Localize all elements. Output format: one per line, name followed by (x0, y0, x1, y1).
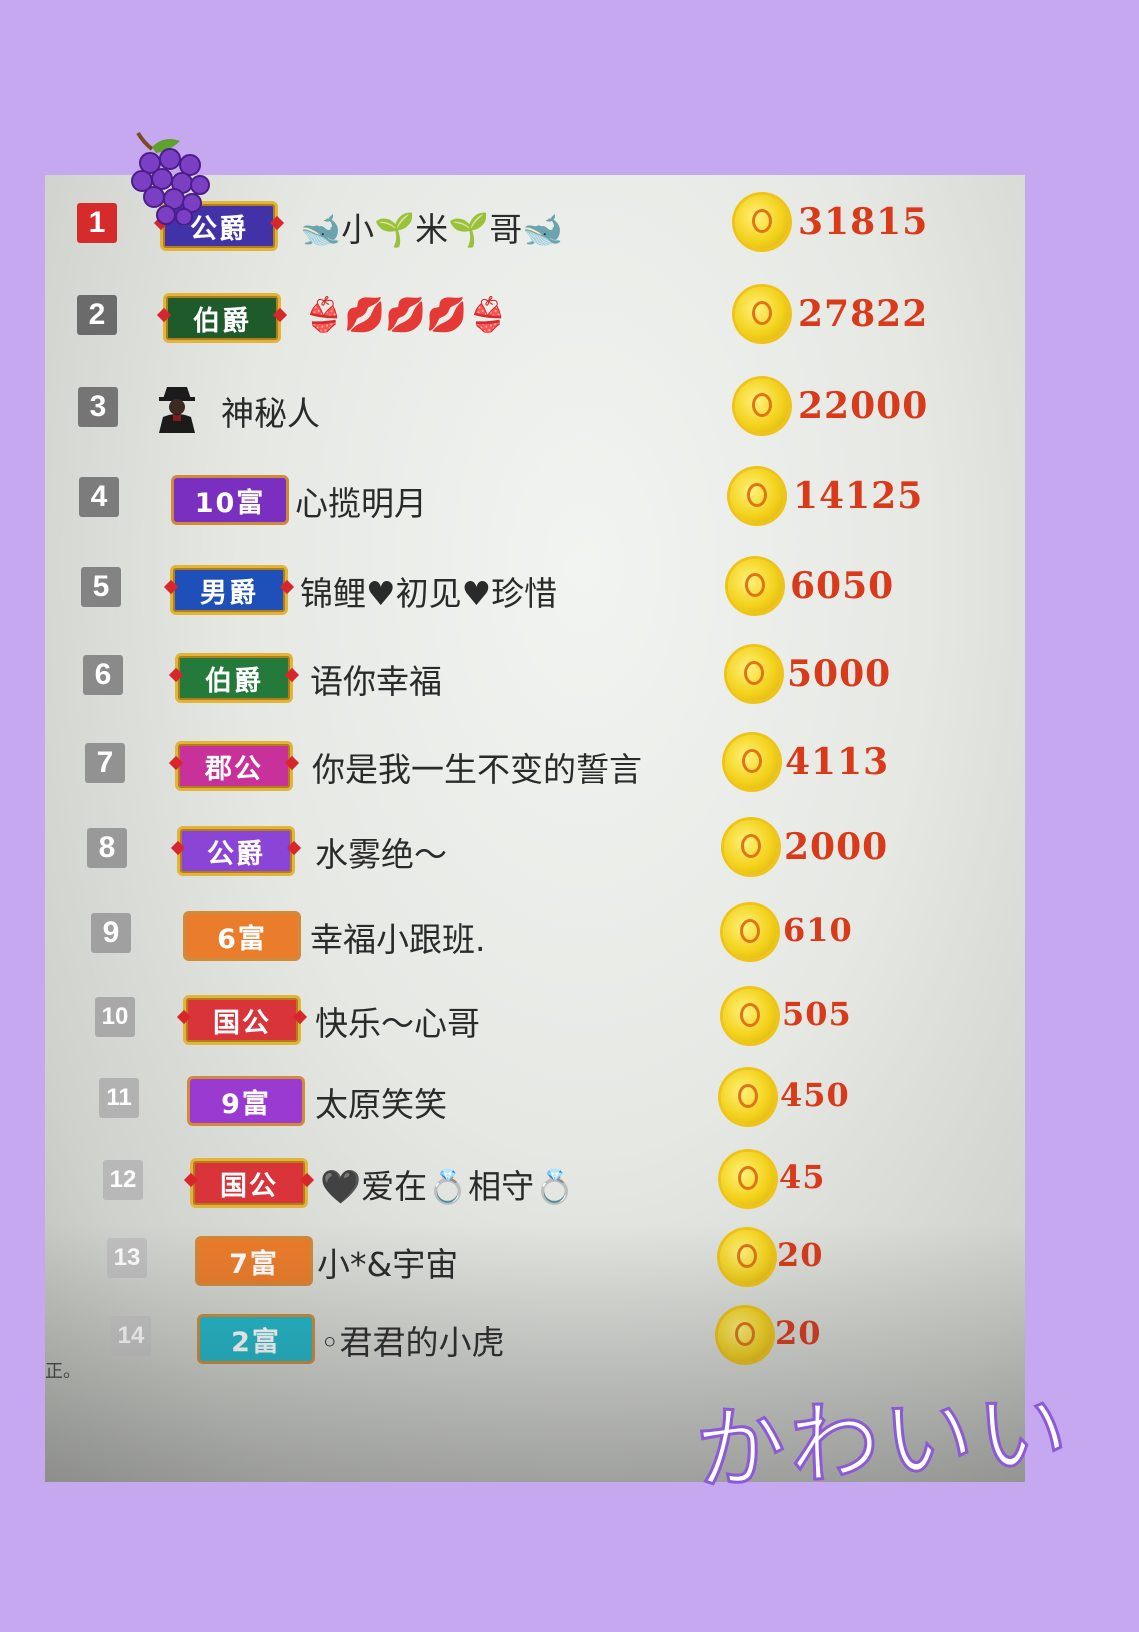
rank-title-badge: 郡公 (175, 741, 293, 791)
rank-title-badge: 6富 (183, 911, 301, 961)
rank-title-badge: 10富 (171, 475, 289, 525)
leaderboard-row[interactable]: 14 2富 ◦君君的小虎 20 (45, 1306, 1025, 1366)
rank-title-badge: 7富 (195, 1236, 313, 1286)
kawaii-sticker-text: かわいい (691, 1378, 1075, 1506)
coin-icon (718, 1308, 772, 1362)
coin-icon (730, 469, 784, 523)
rank-title-badge: 国公 (183, 995, 301, 1045)
coin-icon (720, 1230, 774, 1284)
rank-number: 2 (77, 295, 117, 335)
rank-number: 10 (95, 997, 135, 1037)
user-name[interactable]: 幸福小跟班. (310, 913, 486, 961)
leaderboard-row[interactable]: 9 6富 幸福小跟班. 610 (45, 903, 1025, 963)
coin-amount: 505 (782, 995, 852, 1033)
coin-amount: 6050 (790, 565, 895, 607)
rank-number: 11 (99, 1078, 139, 1118)
user-name[interactable]: 🖤爱在💍相守💍 (320, 1160, 575, 1208)
user-name[interactable]: 小*&宇宙 (317, 1238, 458, 1286)
user-name[interactable]: 快乐～心哥 (315, 997, 480, 1045)
rank-number: 1 (77, 203, 117, 243)
coin-amount: 2000 (784, 826, 889, 868)
user-name[interactable]: 👙💋💋💋👙 (303, 295, 508, 335)
coin-icon (724, 820, 778, 874)
cut-off-text: 正。 (45, 1361, 81, 1382)
coin-icon (725, 735, 779, 789)
user-name[interactable]: 你是我一生不变的誓言 (312, 743, 642, 791)
user-name[interactable]: 太原笑笑 (315, 1078, 447, 1126)
coin-icon (721, 1070, 775, 1124)
grapes-sticker-icon (131, 131, 210, 225)
leaderboard-screenshot: 1 公爵 🐋小🌱米🌱哥🐋 31815 2 伯爵 👙💋💋💋👙 27822 3 神秘人 22000 4 10… (45, 175, 1025, 1482)
coin-icon (728, 559, 782, 613)
leaderboard-row[interactable]: 5 男爵 锦鲤♥初见♥珍惜 6050 (45, 557, 1025, 617)
coin-icon (735, 287, 789, 341)
rank-number: 12 (103, 1160, 143, 1200)
coin-amount: 4113 (785, 741, 890, 783)
leaderboard-row[interactable]: 12 国公 🖤爱在💍相守💍 45 (45, 1150, 1025, 1210)
rank-number: 7 (85, 743, 125, 783)
coin-amount: 20 (775, 1314, 822, 1352)
user-name[interactable]: 神秘人 (221, 387, 320, 435)
leaderboard-row[interactable]: 6 伯爵 语你幸福 5000 (45, 645, 1025, 705)
user-name[interactable]: 心揽明月 (295, 477, 427, 525)
rank-number: 9 (91, 913, 131, 953)
leaderboard-row[interactable]: 2 伯爵 👙💋💋💋👙 27822 (45, 285, 1025, 345)
coin-amount: 610 (783, 911, 853, 949)
coin-amount: 31815 (798, 201, 929, 243)
user-name[interactable]: 水雾绝～ (315, 828, 447, 876)
rank-number: 14 (111, 1316, 151, 1356)
coin-amount: 22000 (798, 385, 929, 427)
coin-amount: 450 (780, 1076, 850, 1114)
coin-icon (723, 905, 777, 959)
leaderboard-list: 1 公爵 🐋小🌱米🌱哥🐋 31815 2 伯爵 👙💋💋💋👙 27822 3 神秘人 22000 4 10… (45, 175, 1025, 1482)
rank-number: 3 (78, 387, 118, 427)
mystery-person-icon (159, 387, 195, 433)
user-name[interactable]: 锦鲤♥初见♥珍惜 (300, 567, 557, 615)
user-name[interactable]: ◦君君的小虎 (320, 1316, 504, 1364)
rank-number: 8 (87, 828, 127, 868)
rank-number: 4 (79, 477, 119, 517)
rank-number: 13 (107, 1238, 147, 1278)
leaderboard-row[interactable]: 11 9富 太原笑笑 450 (45, 1068, 1025, 1128)
rank-title-badge: 9富 (187, 1076, 305, 1126)
rank-title-badge: 2富 (197, 1314, 315, 1364)
coin-amount: 14125 (793, 475, 924, 517)
coin-icon (735, 195, 789, 249)
leaderboard-row[interactable]: 7 郡公 你是我一生不变的誓言 4113 (45, 733, 1025, 793)
coin-amount: 20 (777, 1236, 824, 1274)
rank-number: 6 (83, 655, 123, 695)
coin-icon (721, 1152, 775, 1206)
coin-amount: 27822 (798, 293, 929, 335)
leaderboard-row[interactable]: 3 神秘人 22000 (45, 377, 1025, 437)
rank-title-badge: 国公 (190, 1158, 308, 1208)
user-name[interactable]: 🐋小🌱米🌱哥🐋 (300, 203, 563, 251)
rank-title-badge: 伯爵 (163, 293, 281, 343)
rank-title-badge: 伯爵 (175, 653, 293, 703)
rank-number: 5 (81, 567, 121, 607)
user-name[interactable]: 语你幸福 (310, 655, 442, 703)
leaderboard-row[interactable]: 10 国公 快乐～心哥 505 (45, 987, 1025, 1047)
coin-icon (735, 379, 789, 433)
coin-icon (727, 647, 781, 701)
rank-title-badge: 男爵 (170, 565, 288, 615)
coin-amount: 5000 (787, 653, 892, 695)
rank-title-badge: 公爵 (177, 826, 295, 876)
leaderboard-row[interactable]: 8 公爵 水雾绝～ 2000 (45, 818, 1025, 878)
coin-icon (723, 989, 777, 1043)
coin-amount: 45 (779, 1158, 826, 1196)
leaderboard-row[interactable]: 13 7富 小*&宇宙 20 (45, 1228, 1025, 1288)
leaderboard-row[interactable]: 4 10富 心揽明月 14125 (45, 467, 1025, 527)
